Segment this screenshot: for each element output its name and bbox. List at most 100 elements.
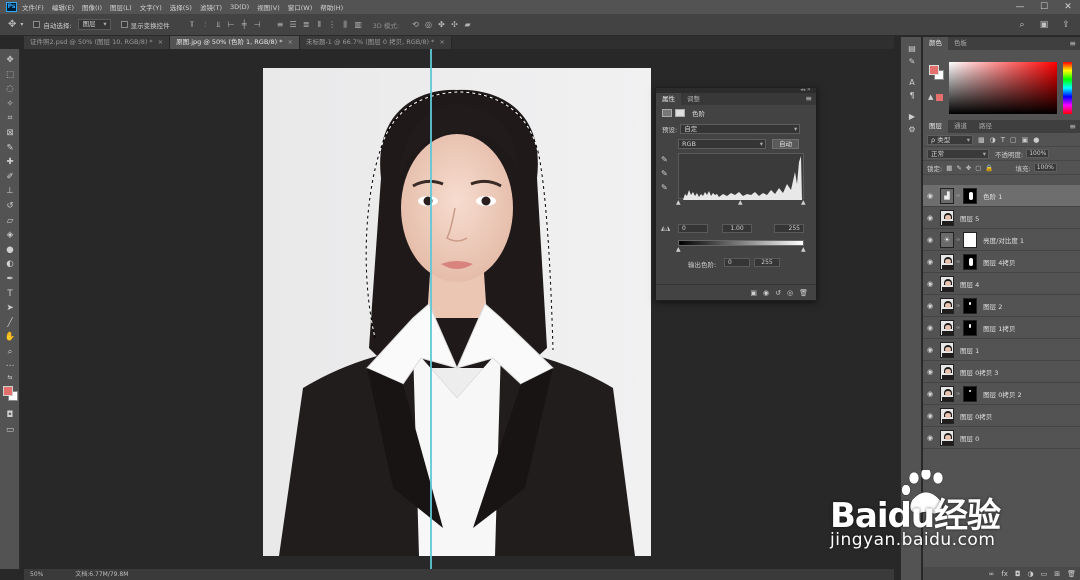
crop-tool-icon[interactable]: ⌗	[0, 111, 20, 126]
input-white-field[interactable]: 255	[774, 224, 804, 233]
link-icon[interactable]: ∞	[956, 237, 960, 243]
tab-document-3[interactable]: 未标题-1 @ 66.7% (图层 0 拷贝, RGB/8) * ×	[299, 36, 452, 49]
menu-3d[interactable]: 3D(D)	[230, 3, 249, 11]
new-layer-icon[interactable]: ⊞	[1054, 570, 1060, 578]
3d-roll-icon[interactable]: ◎	[422, 19, 435, 30]
hand-tool-icon[interactable]: ✋	[0, 330, 20, 345]
eye-icon[interactable]: ◉	[923, 214, 937, 222]
link-icon[interactable]: ∞	[956, 303, 960, 309]
search-icon[interactable]: ⌕	[1014, 18, 1030, 32]
distribute-left-icon[interactable]: ⦀	[313, 19, 326, 30]
panel-menu-icon[interactable]: ≡	[805, 93, 812, 105]
layer-name[interactable]: 色阶 1	[983, 191, 1002, 201]
gamut-warning-icon[interactable]: ▲	[928, 93, 933, 101]
tab-adjustments[interactable]: 调整	[681, 93, 706, 105]
eye-icon[interactable]: ◉	[923, 192, 937, 200]
quick-mask-icon[interactable]: ◘	[0, 408, 20, 423]
dodge-tool-icon[interactable]: ◐	[0, 257, 20, 272]
reset-icon[interactable]: ↺	[775, 289, 781, 297]
move-tool-icon[interactable]: ✥	[0, 53, 20, 68]
paint-bucket-tool-icon[interactable]: ◈	[0, 228, 20, 243]
layer-name[interactable]: 图层 5	[960, 213, 979, 223]
menu-edit[interactable]: 编辑(E)	[52, 2, 74, 12]
tab-properties[interactable]: 属性	[656, 93, 681, 105]
tab-paths[interactable]: 路径	[973, 120, 998, 133]
portrait-photo[interactable]	[263, 68, 651, 556]
close-button[interactable]: ✕	[1056, 0, 1080, 14]
tab-layers[interactable]: 图层	[923, 120, 948, 133]
3d-pan-icon[interactable]: ✤	[435, 19, 448, 30]
gray-point-eyedropper-icon[interactable]: ✎	[661, 169, 668, 178]
layer-row[interactable]: ◉ ∞ 图层 2	[923, 295, 1080, 317]
3d-slide-icon[interactable]: ✣	[448, 19, 461, 30]
blend-mode-dropdown[interactable]: 正常	[927, 148, 989, 159]
healing-brush-tool-icon[interactable]: ✚	[0, 155, 20, 170]
share-icon[interactable]: ⇪	[1058, 18, 1074, 32]
menu-file[interactable]: 文件(F)	[22, 2, 44, 12]
3d-scale-icon[interactable]: ▰	[461, 19, 474, 30]
layer-style-icon[interactable]: fx	[1001, 570, 1008, 578]
distribute-bottom-icon[interactable]: ≣	[300, 19, 313, 30]
layer-mask-thumbnail[interactable]	[963, 297, 978, 314]
layer-mask-thumbnail[interactable]	[963, 319, 978, 336]
menu-filter[interactable]: 滤镜(T)	[200, 2, 222, 12]
visibility-icon[interactable]: ◎	[787, 289, 793, 297]
panel-menu-icon[interactable]: ≡	[1069, 120, 1076, 133]
layer-row[interactable]: ◉ ▟ ∞ 色阶 1	[923, 185, 1080, 207]
tab-color[interactable]: 颜色	[923, 37, 948, 50]
path-selection-tool-icon[interactable]: ➤	[0, 301, 20, 316]
workspace-switcher-icon[interactable]: ▣	[1036, 18, 1052, 32]
lock-image-icon[interactable]: ✎	[956, 164, 961, 172]
layer-name[interactable]: 图层 4	[960, 279, 979, 289]
align-bottom-icon[interactable]: ⫫	[212, 19, 225, 30]
eye-icon[interactable]: ◉	[923, 412, 937, 420]
delete-icon[interactable]: 🗑	[799, 289, 808, 297]
screen-mode-icon[interactable]: ▭	[0, 423, 20, 438]
menu-help[interactable]: 帮助(H)	[320, 2, 343, 12]
eye-icon[interactable]: ◉	[923, 368, 937, 376]
eye-icon[interactable]: ◉	[923, 302, 937, 310]
move-tool-icon[interactable]: ✥	[8, 19, 16, 30]
mask-icon[interactable]	[675, 109, 685, 117]
view-previous-icon[interactable]: ◉	[763, 289, 769, 297]
link-icon[interactable]: ∞	[956, 259, 960, 265]
close-icon[interactable]: ×	[287, 38, 292, 46]
filter-type-icon[interactable]: T	[1001, 136, 1005, 144]
distribute-top-icon[interactable]: ≡	[274, 19, 287, 30]
photoshop-app-icon[interactable]: Ps	[6, 2, 17, 12]
menu-window[interactable]: 窗口(W)	[288, 2, 313, 12]
tab-channels[interactable]: 通道	[948, 120, 973, 133]
link-icon[interactable]: ∞	[956, 391, 960, 397]
link-layers-icon[interactable]: ∞	[989, 570, 995, 578]
align-top-icon[interactable]: ⫪	[186, 19, 199, 30]
filter-shape-icon[interactable]: ▢	[1010, 136, 1017, 144]
color-picker-field[interactable]	[949, 62, 1057, 114]
new-adjustment-icon[interactable]: ◑	[1028, 570, 1034, 578]
input-gamma-field[interactable]: 1.00	[722, 224, 752, 233]
layer-name[interactable]: 图层 2	[983, 301, 1002, 311]
distribute-right-icon[interactable]: ⫼	[339, 19, 352, 30]
eyedropper-tool-icon[interactable]: ✎	[0, 141, 20, 156]
layer-name[interactable]: 图层 0拷贝	[960, 411, 992, 421]
minimize-button[interactable]: —	[1008, 0, 1032, 14]
align-left-icon[interactable]: ⊢	[225, 19, 238, 30]
pen-tool-icon[interactable]: ✒	[0, 272, 20, 287]
eye-icon[interactable]: ◉	[923, 280, 937, 288]
histogram[interactable]	[678, 153, 804, 200]
delete-layer-icon[interactable]: 🗑	[1067, 570, 1076, 578]
channel-dropdown[interactable]: RGB	[678, 138, 766, 149]
history-brush-tool-icon[interactable]: ↺	[0, 199, 20, 214]
output-black-field[interactable]: 0	[724, 258, 750, 267]
layer-filter-dropdown[interactable]: ρ 类型	[927, 134, 973, 145]
tool-preset-dropdown-icon[interactable]: ▾	[20, 21, 23, 28]
auto-align-icon[interactable]: ▥	[352, 19, 365, 30]
menu-view[interactable]: 视图(V)	[257, 2, 280, 12]
more-tools-icon[interactable]: ⋯	[0, 359, 20, 374]
layer-mask-thumbnail[interactable]	[963, 253, 978, 270]
history-brush-icon[interactable]: ✎	[901, 55, 923, 68]
layer-row[interactable]: ◉ 图层 0拷贝	[923, 405, 1080, 427]
zoom-level[interactable]: 50%	[30, 571, 43, 578]
document-size[interactable]: 文档:6.77M/79.8M	[75, 571, 128, 578]
white-point-eyedropper-icon[interactable]: ✎	[661, 183, 668, 192]
show-transform-checkbox[interactable]	[120, 21, 128, 28]
